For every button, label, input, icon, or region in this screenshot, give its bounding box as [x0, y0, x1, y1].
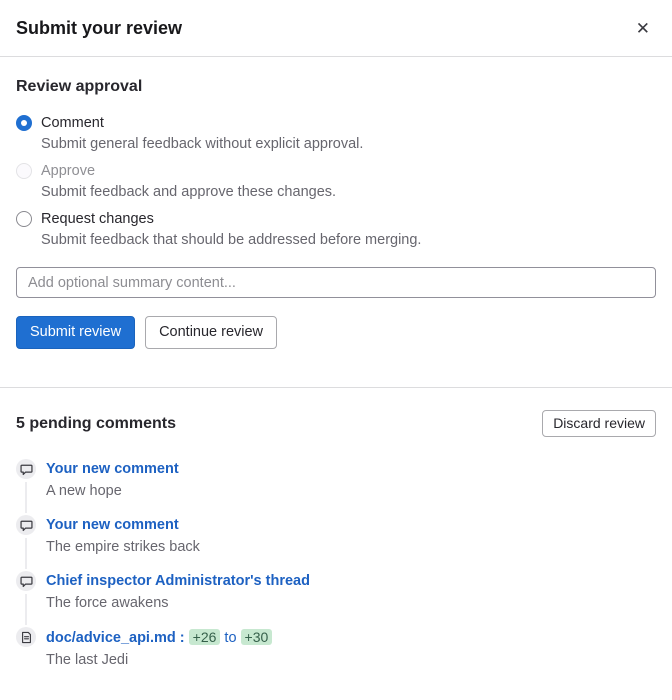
radio-approve-label: Approve: [41, 161, 95, 181]
review-approval-section: Review approval Comment Submit general f…: [0, 57, 672, 365]
submit-review-drawer: Submit your review ✕ Review approval Com…: [0, 0, 672, 647]
discard-review-button[interactable]: Discard review: [542, 410, 656, 437]
file-icon: [16, 627, 36, 647]
radio-unchecked-icon[interactable]: [16, 211, 32, 227]
action-buttons: Submit review Continue review: [16, 316, 656, 349]
comment-icon: [16, 571, 36, 591]
pending-comment-subtitle: The force awakens: [46, 593, 656, 613]
pending-thread-link[interactable]: Chief inspector Administrator's thread: [46, 573, 310, 589]
radio-request-changes-description: Submit feedback that should be addressed…: [41, 230, 656, 250]
pending-comment-subtitle: The empire strikes back: [46, 537, 656, 557]
pending-comments-header: 5 pending comments Discard review: [16, 410, 656, 437]
radio-comment-description: Submit general feedback without explicit…: [41, 134, 656, 154]
continue-review-button[interactable]: Continue review: [145, 316, 277, 349]
pending-comments-list: Your new comment A new hope Your new com…: [16, 459, 656, 670]
diff-range-joiner: to: [224, 630, 236, 646]
radio-request-changes-label: Request changes: [41, 209, 154, 229]
pending-file-link[interactable]: doc/advice_api.md :: [46, 630, 185, 646]
pending-comment-subtitle: The last Jedi: [46, 650, 656, 670]
radio-approve-description: Submit feedback and approve these change…: [41, 182, 656, 202]
drawer-header: Submit your review ✕: [0, 0, 672, 57]
pending-comment-subtitle: A new hope: [46, 481, 656, 501]
pending-comment-item: Chief inspector Administrator's thread T…: [16, 571, 656, 613]
radio-disabled-icon: [16, 163, 32, 179]
diff-line-from-badge: +26: [189, 629, 221, 645]
diff-line-to-badge: +30: [241, 629, 273, 645]
pending-comment-item: Your new comment The empire strikes back: [16, 515, 656, 557]
pending-comments-section: 5 pending comments Discard review Your n…: [0, 387, 672, 700]
close-icon[interactable]: ✕: [630, 18, 656, 39]
comment-icon: [16, 459, 36, 479]
comment-icon: [16, 515, 36, 535]
radio-option-request-changes: Request changes Submit feedback that sho…: [16, 209, 656, 250]
review-approval-heading: Review approval: [16, 77, 656, 97]
pending-comment-link[interactable]: Your new comment: [46, 517, 179, 533]
summary-input[interactable]: [16, 267, 656, 298]
radio-comment[interactable]: Comment: [16, 113, 656, 133]
submit-review-button[interactable]: Submit review: [16, 316, 135, 349]
radio-option-approve: Approve Submit feedback and approve thes…: [16, 161, 656, 202]
pending-comment-item: Your new comment A new hope: [16, 459, 656, 501]
radio-comment-label: Comment: [41, 113, 104, 133]
pending-comment-link[interactable]: Your new comment: [46, 461, 179, 477]
radio-approve: Approve: [16, 161, 656, 181]
radio-selected-icon[interactable]: [16, 115, 32, 131]
radio-request-changes[interactable]: Request changes: [16, 209, 656, 229]
pending-file-comment-item: doc/advice_api.md : +26 to +30 The last …: [16, 627, 656, 670]
pending-comments-heading: 5 pending comments: [16, 414, 176, 434]
radio-option-comment: Comment Submit general feedback without …: [16, 113, 656, 154]
drawer-title: Submit your review: [16, 16, 182, 40]
